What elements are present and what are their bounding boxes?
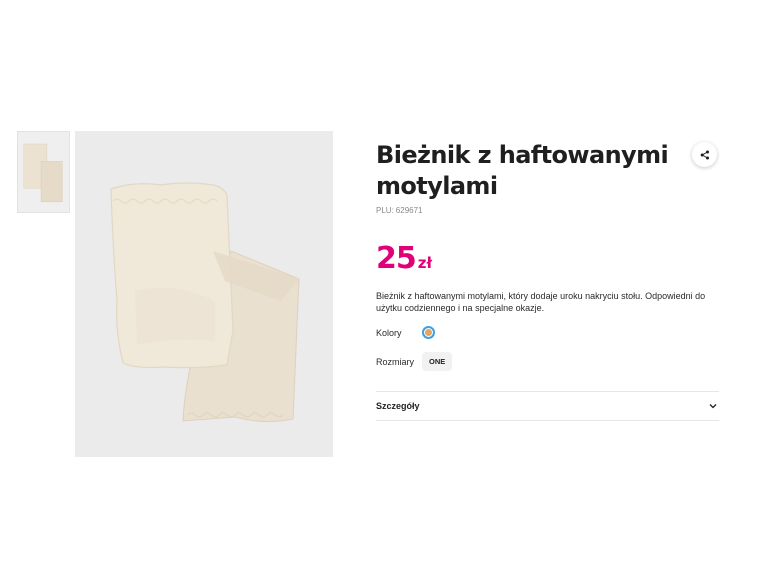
colors-row: Kolory: [376, 326, 719, 339]
chevron-down-icon: [709, 404, 717, 409]
price-currency: zł: [417, 254, 433, 272]
colors-label: Kolory: [376, 327, 402, 338]
product-title: Bieżnik z haftowanymi motylami: [376, 141, 669, 200]
color-swatch-fill: [425, 329, 432, 336]
details-accordion[interactable]: Szczegóły: [376, 391, 719, 421]
size-option-one[interactable]: ONE: [422, 352, 453, 371]
product-info: Bieżnik z haftowanymi motylami PLU: 62967…: [376, 140, 719, 421]
product-thumbnail[interactable]: [17, 131, 70, 213]
plu-label: PLU:: [376, 206, 394, 215]
color-swatch-selected[interactable]: [422, 326, 435, 339]
plu-value: 629671: [395, 206, 423, 215]
product-price: 25 zł: [376, 241, 719, 276]
details-label: Szczegóły: [376, 401, 420, 411]
product-plu: PLU: 629671: [376, 206, 719, 215]
thumbnail-image: [18, 132, 69, 212]
price-amount: 25: [376, 241, 417, 276]
product-page: Bieżnik z haftowanymi motylami PLU: 62967…: [0, 0, 760, 570]
product-main-image: [75, 131, 333, 457]
product-description: Bieżnik z haftowanymi motylami, który do…: [376, 291, 706, 313]
sizes-label: Rozmiary: [376, 356, 415, 367]
sizes-row: Rozmiary ONE: [376, 352, 719, 371]
